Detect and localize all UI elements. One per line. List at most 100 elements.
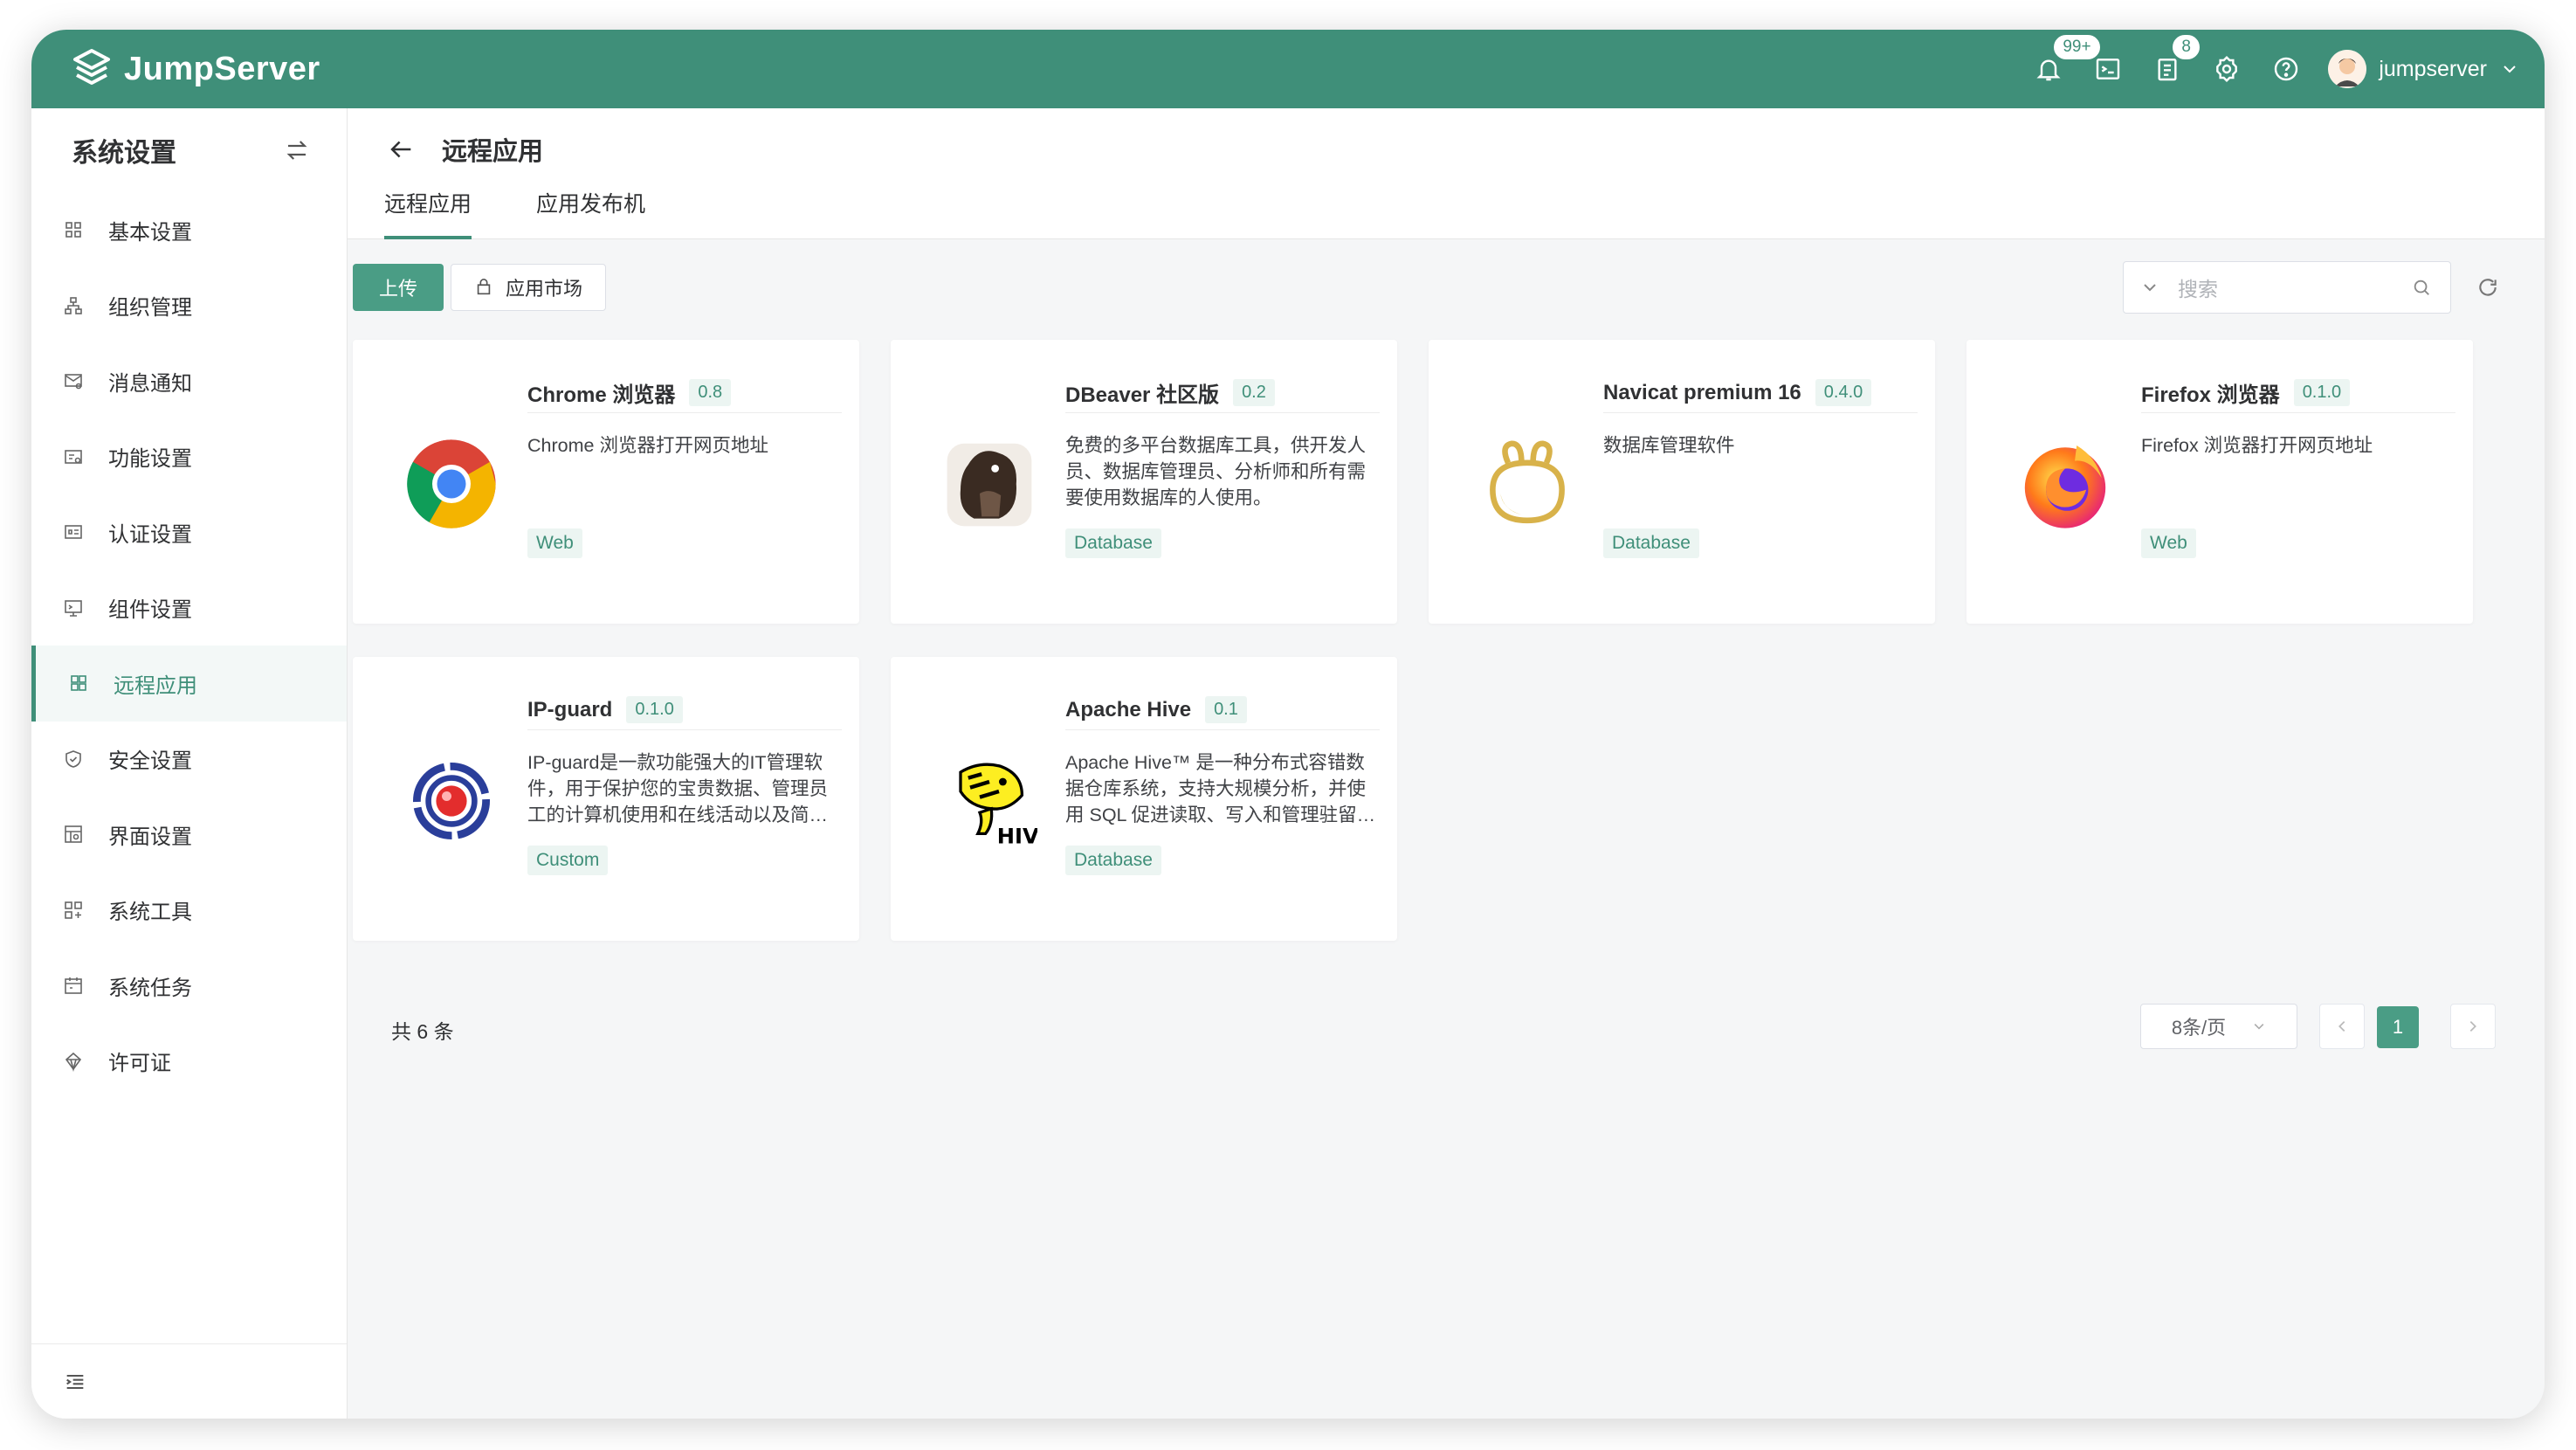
app-version: 0.2 — [1233, 379, 1275, 406]
sidebar-title: 系统设置 — [72, 139, 176, 168]
app-description: Chrome 浏览器打开网页地址 — [527, 435, 768, 456]
total-count: 共 6 条 — [391, 1020, 454, 1043]
help-icon — [2275, 57, 2298, 81]
settings-button[interactable] — [2197, 30, 2256, 108]
app-version: 0.4.0 — [1815, 379, 1872, 406]
sidebar-item-label: 系统工具 — [108, 901, 192, 925]
collapse-sidebar-button[interactable] — [31, 1343, 347, 1419]
sidebar-item-label: 组织管理 — [108, 296, 192, 321]
help-button[interactable] — [2256, 30, 2316, 108]
sidebar-menu: 基本设置组织管理消息通知功能设置 认证设置组件设置远程应用安全设置界面设置系统工具… — [31, 192, 347, 1099]
ticket-button[interactable]: 8 — [2138, 30, 2201, 108]
app-version: 0.1 — [1205, 696, 1247, 723]
app-description: IP-guard是一款功能强大的IT管理软件，用于保护您的宝贵数据、管理员工的计… — [527, 752, 829, 825]
calendar-icon — [65, 977, 82, 995]
main-header: 远程应用 远程应用 应用发布机 — [348, 108, 2545, 239]
refresh-icon[interactable] — [2476, 276, 2499, 299]
sidebar-item[interactable]: 认证设置 — [31, 494, 347, 570]
app-description: 数据库管理软件 — [1603, 435, 1735, 456]
chevron-down-icon — [2504, 66, 2516, 73]
org-icon — [65, 296, 82, 314]
license-icon — [65, 1052, 82, 1072]
tab-app-publisher[interactable]: 应用发布机 — [536, 192, 645, 239]
sidebar-item[interactable]: 系统工具 — [31, 873, 347, 949]
app-market-label: 应用市场 — [506, 278, 583, 300]
app-type-tag: Web — [2141, 528, 2196, 558]
app-version: 0.8 — [689, 379, 732, 406]
back-arrow-icon[interactable] — [386, 135, 416, 164]
switch-view-icon[interactable] — [284, 137, 310, 163]
app-description: Apache Hive™ 是一种分布式容错数据仓库系统，支持大规模分析，并使用 … — [1065, 752, 1376, 825]
app-card[interactable]: Navicat premium 16 0.4.0 数据库管理软件 Database — [1429, 340, 1935, 624]
web-terminal-button[interactable] — [2078, 30, 2138, 108]
next-page-button[interactable] — [2450, 1004, 2496, 1049]
sidebar-item[interactable]: 界面设置 — [31, 797, 347, 873]
tab-remote-apps[interactable]: 远程应用 — [384, 192, 472, 239]
svg-text:HIVE: HIVE — [997, 824, 1037, 848]
page-number-1[interactable]: 1 — [2377, 1006, 2419, 1048]
dbeaver-icon — [941, 436, 1037, 532]
avatar — [2328, 50, 2367, 88]
ipguard-icon — [403, 753, 499, 849]
notification-button[interactable]: 99+ — [2019, 30, 2102, 108]
app-name: Chrome 浏览器 — [527, 383, 676, 407]
app-name: Navicat premium 16 — [1603, 380, 1801, 404]
sidebar-item[interactable]: 远程应用 — [31, 646, 347, 722]
upload-button[interactable]: 上传 — [353, 264, 444, 311]
app-name: Firefox 浏览器 — [2141, 383, 2280, 407]
app-window: JumpServer 99+ 8 jumpserver 系统设置 基本设置 组织… — [31, 30, 2545, 1419]
brand-logo[interactable]: JumpServer — [70, 47, 320, 91]
sidebar-item[interactable]: 功能设置 — [31, 419, 347, 495]
sidebar-item[interactable]: 组织管理 — [31, 268, 347, 344]
app-card[interactable]: HIVE Apache Hive 0.1 Apache Hive™ 是一种分布式容错数… — [891, 657, 1397, 941]
chrome-icon — [403, 436, 499, 532]
sidebar-item-label: 界面设置 — [108, 825, 192, 849]
menu-fold-icon — [66, 1374, 84, 1389]
sidebar-item[interactable]: 组件设置 — [31, 570, 347, 646]
app-card[interactable]: IP-guard 0.1.0 IP-guard是一款功能强大的IT管理软件，用于保护… — [353, 657, 859, 941]
top-bar: JumpServer 99+ 8 jumpserver — [31, 30, 2545, 108]
app-card[interactable]: DBeaver 社区版 0.2 免费的多平台数据库工具，供开发人员、数据库管理员、分… — [891, 340, 1397, 624]
search-box[interactable]: 搜索 — [2123, 261, 2451, 314]
page-size-select[interactable]: 8条/页 — [2140, 1004, 2297, 1049]
app-card[interactable]: Firefox 浏览器 0.1.0 Firefox 浏览器打开网页地址 Web — [1966, 340, 2473, 624]
app-market-button[interactable]: 应用市场 — [451, 264, 607, 311]
sidebar-item-label: 安全设置 — [108, 749, 192, 774]
chevron-left-icon — [2338, 1020, 2345, 1032]
layout-icon — [65, 825, 82, 844]
app-version: 0.1.0 — [626, 696, 683, 723]
page-title: 远程应用 — [442, 138, 544, 166]
search-input[interactable]: 搜索 — [2178, 273, 2412, 302]
prev-page-button[interactable] — [2319, 1004, 2365, 1049]
chevron-down-icon — [2254, 1024, 2264, 1030]
firefox-icon — [2017, 436, 2113, 532]
app-name: DBeaver 社区版 — [1065, 383, 1220, 407]
tools-icon — [65, 901, 82, 919]
sidebar-item-label: 许可证 — [108, 1052, 171, 1076]
sidebar-item[interactable]: 消息通知 — [31, 343, 347, 419]
sidebar-item[interactable]: 基本设置 — [31, 192, 347, 268]
shop-icon — [477, 279, 491, 295]
app-type-tag: Web — [527, 528, 582, 558]
auth-icon — [65, 525, 82, 540]
app-name: Apache Hive — [1065, 697, 1192, 722]
app-type-tag: Database — [1065, 528, 1161, 558]
sidebar-item-label: 组件设置 — [108, 598, 192, 623]
app-type-tag: Database — [1603, 528, 1699, 558]
chevron-right-icon — [2469, 1020, 2476, 1032]
app-description: Firefox 浏览器打开网页地址 — [2141, 435, 2373, 456]
sidebar-item-label: 消息通知 — [108, 371, 192, 396]
app-version: 0.1.0 — [2293, 379, 2351, 406]
message-icon — [65, 374, 82, 390]
chevron-down-icon[interactable] — [2141, 279, 2159, 296]
user-avatar-icon — [2328, 50, 2367, 88]
sidebar-item[interactable]: 许可证 — [31, 1024, 347, 1100]
hive-icon: HIVE — [941, 753, 1053, 849]
app-card[interactable]: Chrome 浏览器 0.8 Chrome 浏览器打开网页地址 Web — [353, 340, 859, 624]
page-size-label: 8条/页 — [2171, 1017, 2227, 1039]
user-menu[interactable]: jumpserver — [2328, 50, 2518, 88]
search-icon[interactable] — [2412, 278, 2431, 297]
shield-icon — [65, 749, 81, 768]
sidebar-item[interactable]: 安全设置 — [31, 722, 347, 798]
sidebar-item[interactable]: 系统任务 — [31, 948, 347, 1024]
